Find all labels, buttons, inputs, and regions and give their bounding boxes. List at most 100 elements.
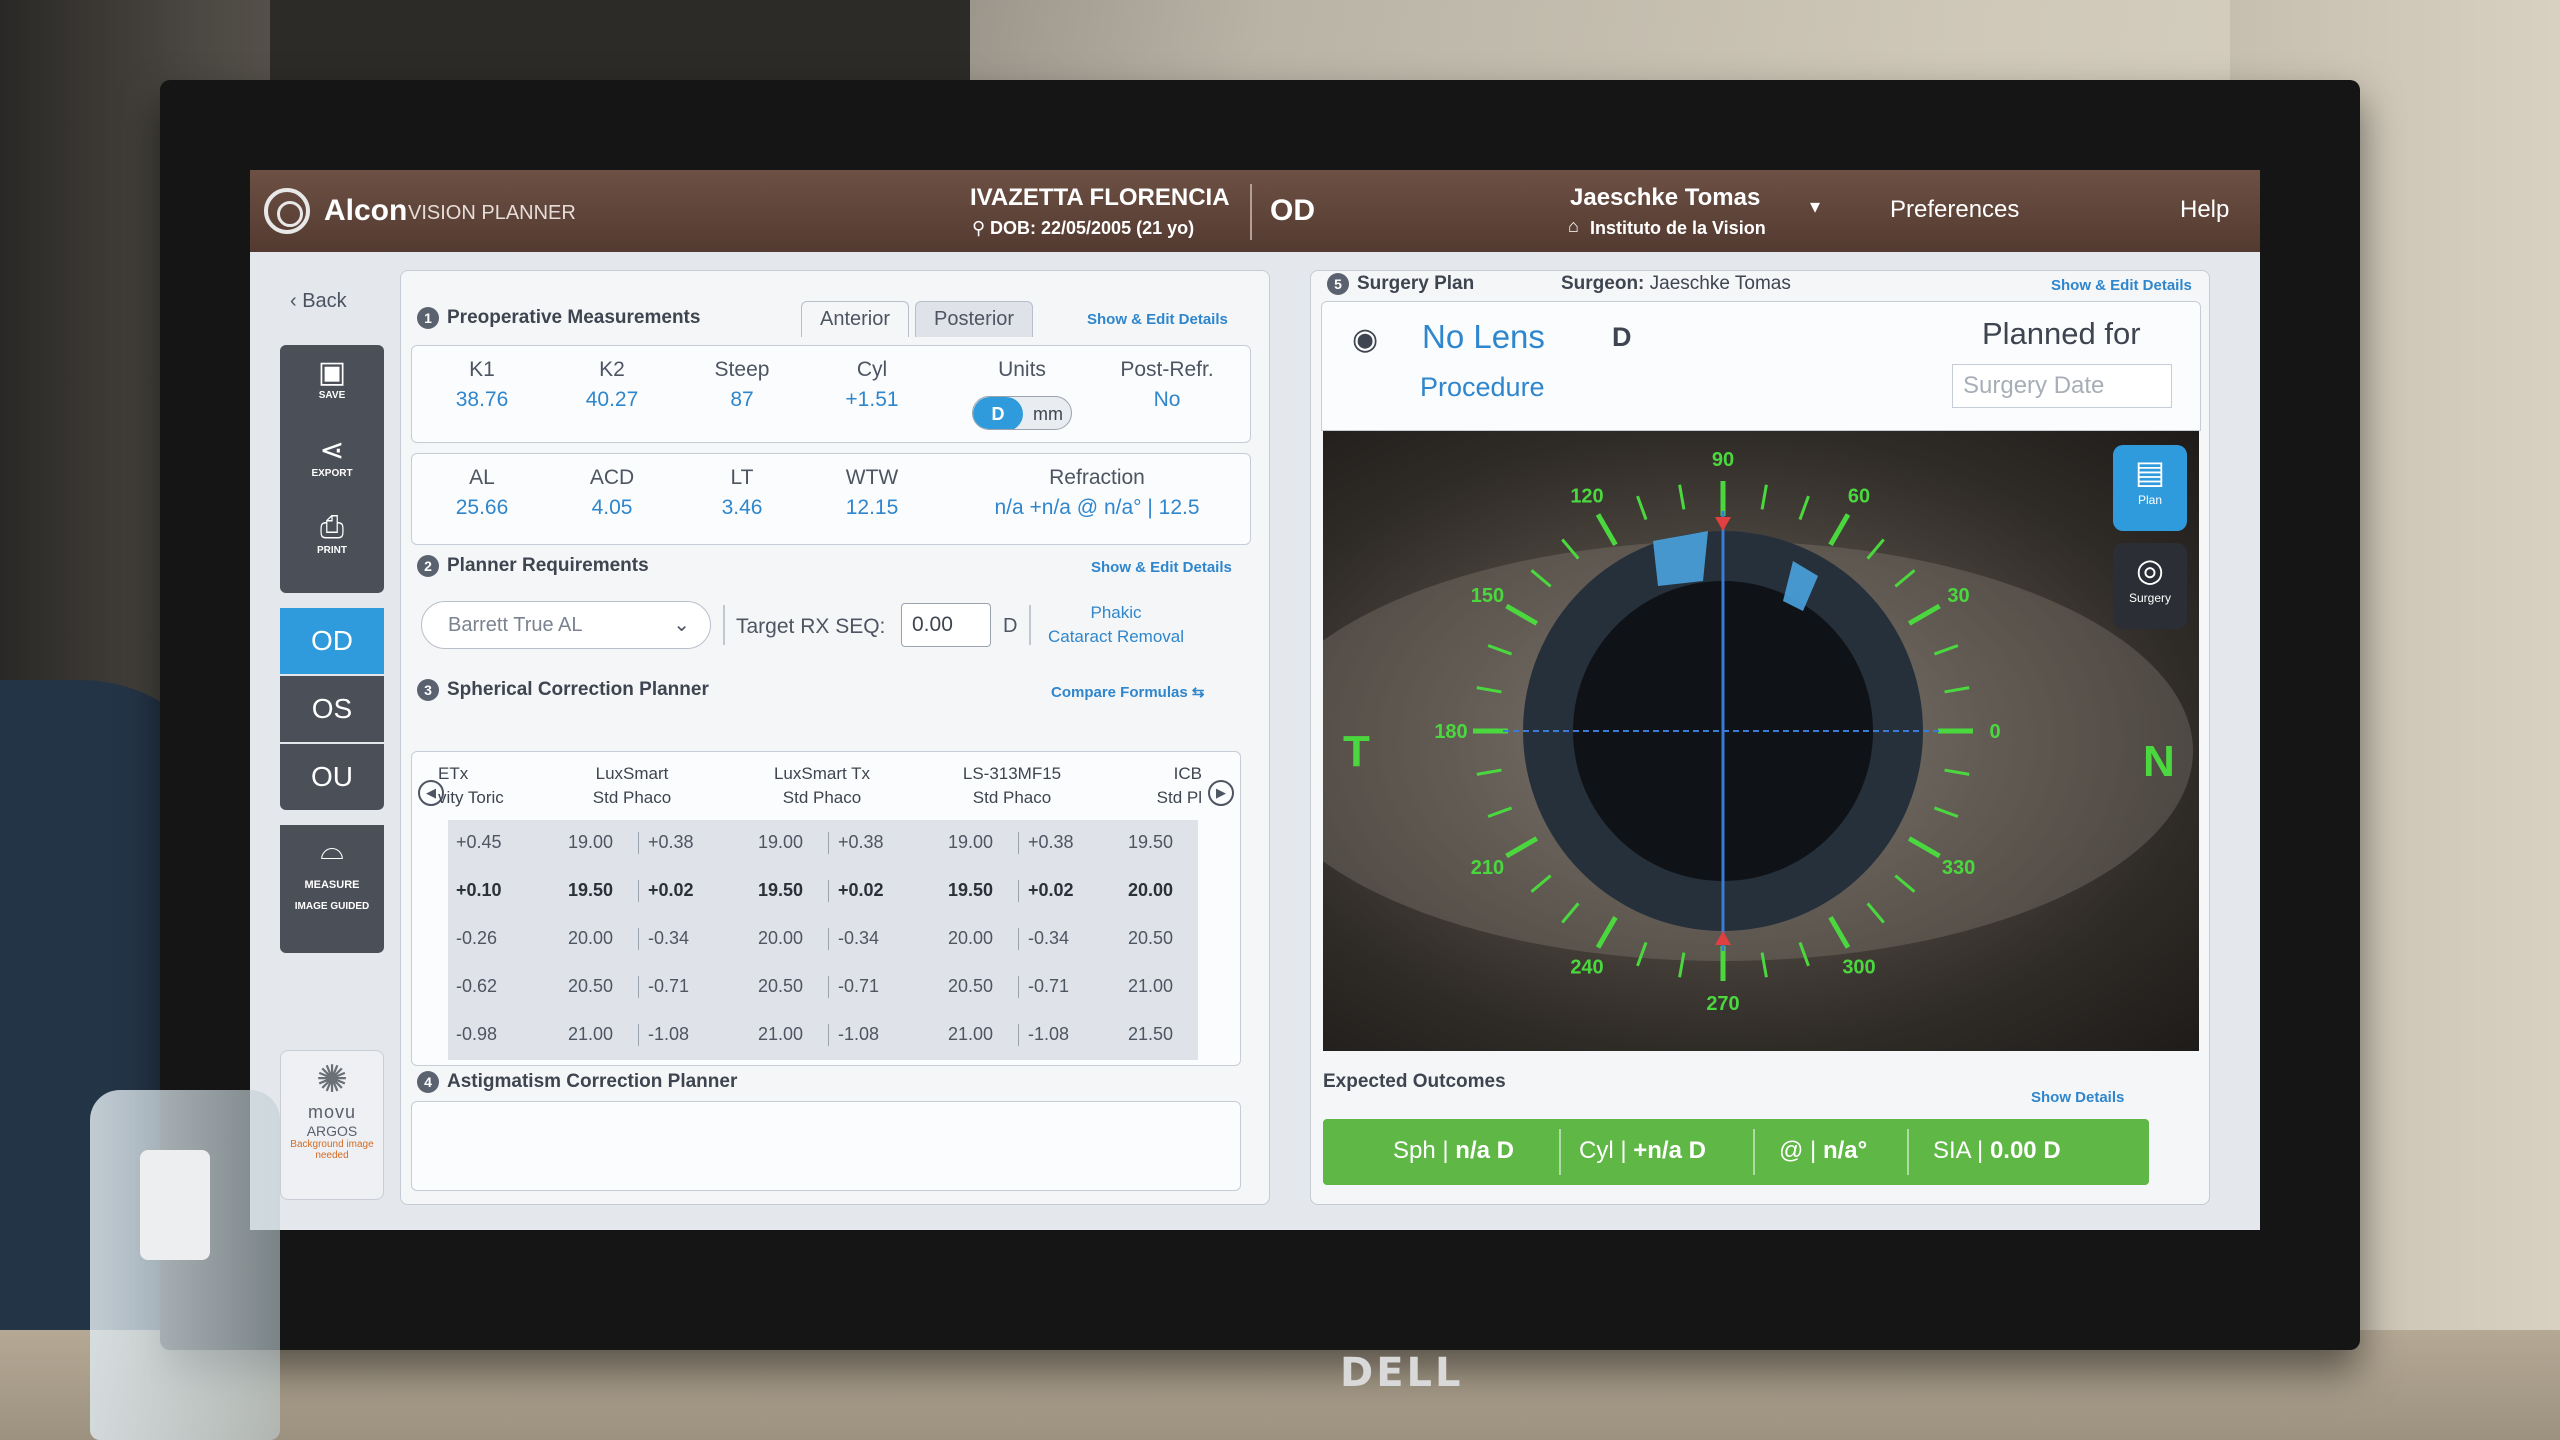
col-header-4[interactable]: ICB Std Pl bbox=[1112, 762, 1202, 810]
eye-ou-button[interactable]: OU bbox=[280, 744, 384, 810]
cell-divider bbox=[638, 832, 639, 854]
outcome-axis: @ | n/a° bbox=[1779, 1137, 1868, 1164]
col-header-2[interactable]: LuxSmart Tx Std Phaco bbox=[742, 762, 902, 810]
tab-posterior[interactable]: Posterior bbox=[915, 301, 1034, 337]
units-d-option[interactable]: D bbox=[973, 397, 1023, 429]
astig-title: 4 Astigmatism Correction Planner bbox=[417, 1071, 737, 1093]
acd-cell[interactable]: ACD 4.05 bbox=[562, 466, 662, 520]
surgery-plan-title-text: Surgery Plan bbox=[1357, 273, 1475, 294]
surgery-mode-button[interactable]: ◎ Surgery bbox=[2113, 543, 2187, 629]
preop-show-edit-link[interactable]: Show & Edit Details bbox=[1087, 311, 1228, 328]
lt-cell[interactable]: LT 3.46 bbox=[692, 466, 792, 520]
table-row[interactable]: -0.26 20.00 -0.34 20.00 -0.34 20.00 -0.34 2… bbox=[448, 916, 1198, 963]
movu-sub: ARGOS bbox=[306, 1123, 358, 1139]
axis-value: n/a° bbox=[1822, 1137, 1868, 1164]
planner-show-edit-link[interactable]: Show & Edit Details bbox=[1091, 559, 1232, 576]
section-number: 1 bbox=[417, 307, 439, 329]
divider bbox=[1029, 605, 1031, 645]
col1-line1: LuxSmart bbox=[595, 764, 669, 783]
surgery-date-input[interactable]: Surgery Date bbox=[1952, 364, 2172, 408]
table-next-button[interactable]: ▶ bbox=[1208, 780, 1234, 806]
target-rx-input[interactable]: 0.00 bbox=[901, 603, 991, 647]
procedure-selection[interactable]: Procedure bbox=[1420, 372, 1545, 403]
astig-planner-box bbox=[411, 1101, 1241, 1191]
units-toggle[interactable]: D mm bbox=[972, 396, 1072, 430]
save-label: SAVE bbox=[318, 390, 346, 401]
steep-label: Steep bbox=[714, 358, 770, 381]
help-link[interactable]: Help bbox=[2180, 196, 2229, 224]
print-button[interactable]: ⎙ PRINT bbox=[280, 505, 384, 583]
table-row[interactable]: +0.10 19.50 +0.02 19.50 +0.02 19.50 +0.02 2… bbox=[448, 868, 1198, 915]
cataract-removal-label: Cataract Removal bbox=[1047, 627, 1185, 646]
table-row[interactable]: -0.98 21.00 -1.08 21.00 -1.08 21.00 -1.08 2… bbox=[448, 1012, 1198, 1059]
preferences-link[interactable]: Preferences bbox=[1890, 196, 2019, 224]
export-label: EXPORT bbox=[311, 468, 353, 479]
divider bbox=[1559, 1129, 1561, 1175]
tab-anterior[interactable]: Anterior bbox=[801, 301, 910, 337]
surgeon-name[interactable]: Jaeschke Tomas bbox=[1570, 184, 1760, 212]
outcome-cyl: Cyl | +n/a D bbox=[1579, 1137, 1706, 1164]
cyl-cell[interactable]: Cyl +1.51 bbox=[822, 358, 922, 412]
movu-argos-button[interactable]: ✺ movu ARGOS Background image needed bbox=[280, 1050, 384, 1200]
cell-divider bbox=[638, 1024, 639, 1046]
axis-degree-label: 300 bbox=[1842, 957, 1875, 979]
post-refr-cell[interactable]: Post-Refr. No bbox=[1102, 358, 1232, 412]
steep-cell[interactable]: Steep 87 bbox=[692, 358, 792, 412]
cell-divider bbox=[828, 832, 829, 854]
phakic-label: Phakic bbox=[1090, 603, 1142, 622]
table-row[interactable]: +0.45 19.00 +0.38 19.00 +0.38 19.00 +0.38 1… bbox=[448, 820, 1198, 867]
print-label: PRINT bbox=[317, 545, 347, 556]
planner-row: Barrett True AL ⌄ Target RX SEQ: 0.00 D … bbox=[411, 589, 1251, 663]
col-header-1[interactable]: LuxSmart Std Phaco bbox=[552, 762, 712, 810]
row-pred: -0.71 bbox=[838, 976, 880, 996]
row-iol-power: 20.00 bbox=[568, 928, 614, 948]
row-iol-power: 20.50 bbox=[758, 976, 804, 996]
al-cell[interactable]: AL 25.66 bbox=[432, 466, 532, 520]
post-refr-value: No bbox=[1153, 388, 1181, 411]
formula-select[interactable]: Barrett True AL ⌄ bbox=[421, 601, 711, 649]
plan-icon: ▤ bbox=[2134, 454, 2166, 490]
phakic-cataract-toggle[interactable]: Phakic Cataract Removal bbox=[1041, 601, 1191, 649]
row-iol-power: 19.00 bbox=[948, 832, 994, 852]
back-button[interactable]: ‹ Back bbox=[290, 290, 347, 313]
sidebar-tools: ▣ SAVE ⋖ EXPORT ⎙ PRINT bbox=[280, 345, 384, 593]
wtw-cell[interactable]: WTW 12.15 bbox=[822, 466, 922, 520]
k2-cell[interactable]: K2 40.27 bbox=[562, 358, 662, 412]
col-header-3[interactable]: LS-313MF15 Std Phaco bbox=[932, 762, 1092, 810]
refraction-value: n/a +n/a @ n/a° | 12.5 bbox=[994, 496, 1200, 519]
incision-marker[interactable] bbox=[1653, 531, 1708, 586]
divider bbox=[723, 605, 725, 645]
expected-outcomes-title: Expected Outcomes bbox=[1323, 1071, 1506, 1092]
refraction-cell[interactable]: Refraction n/a +n/a @ n/a° | 12.5 bbox=[952, 466, 1242, 520]
surgery-show-edit-link[interactable]: Show & Edit Details bbox=[2051, 277, 2192, 294]
table-row[interactable]: -0.62 20.50 -0.71 20.50 -0.71 20.50 -0.71 2… bbox=[448, 964, 1198, 1011]
outcomes-show-details-link[interactable]: Show Details bbox=[2031, 1089, 2124, 1106]
measure-image-guided-button[interactable]: ⌓ MEASURE IMAGE GUIDED bbox=[280, 825, 384, 953]
patient-name[interactable]: IVAZETTA FLORENCIA bbox=[970, 184, 1230, 212]
eye-os-button[interactable]: OS bbox=[280, 676, 384, 742]
spherical-title-text: Spherical Correction Planner bbox=[447, 679, 709, 700]
axis-degree-label: 180 bbox=[1434, 721, 1467, 743]
axis-degree-label: 120 bbox=[1570, 485, 1603, 507]
col1-line2: Std Phaco bbox=[592, 788, 672, 807]
units-mm-option[interactable]: mm bbox=[1023, 397, 1071, 429]
lens-box: ◉ No Lens D Procedure Planned for Surger… bbox=[1321, 301, 2201, 431]
sia-label: SIA bbox=[1933, 1137, 1971, 1164]
save-button[interactable]: ▣ SAVE bbox=[280, 349, 384, 427]
k1-label: K1 bbox=[469, 358, 495, 381]
plan-mode-button[interactable]: ▤ Plan bbox=[2113, 445, 2187, 531]
axis-degree-label: 330 bbox=[1942, 857, 1975, 879]
eye-od-button[interactable]: OD bbox=[280, 608, 384, 674]
row-pred: -1.08 bbox=[1028, 1024, 1070, 1044]
lens-eye-icon: ◉ bbox=[1352, 323, 1379, 356]
lens-selection[interactable]: No Lens bbox=[1422, 318, 1545, 356]
wtw-value: 12.15 bbox=[845, 496, 899, 519]
row-refraction: -0.62 bbox=[456, 976, 498, 996]
k1-cell[interactable]: K1 38.76 bbox=[432, 358, 532, 412]
chevron-down-icon[interactable]: ▾ bbox=[1810, 194, 1820, 219]
export-button[interactable]: ⋖ EXPORT bbox=[280, 427, 384, 505]
compare-formulas-link[interactable]: Compare Formulas ⇆ bbox=[1051, 683, 1204, 701]
eye-image-view[interactable]: 90 60 30 0 330 300 270 240 210 180 150 120 T N ▤ Pl… bbox=[1323, 431, 2199, 1051]
measure-label: MEASURE bbox=[304, 879, 360, 891]
row-pred: +0.38 bbox=[648, 832, 694, 852]
